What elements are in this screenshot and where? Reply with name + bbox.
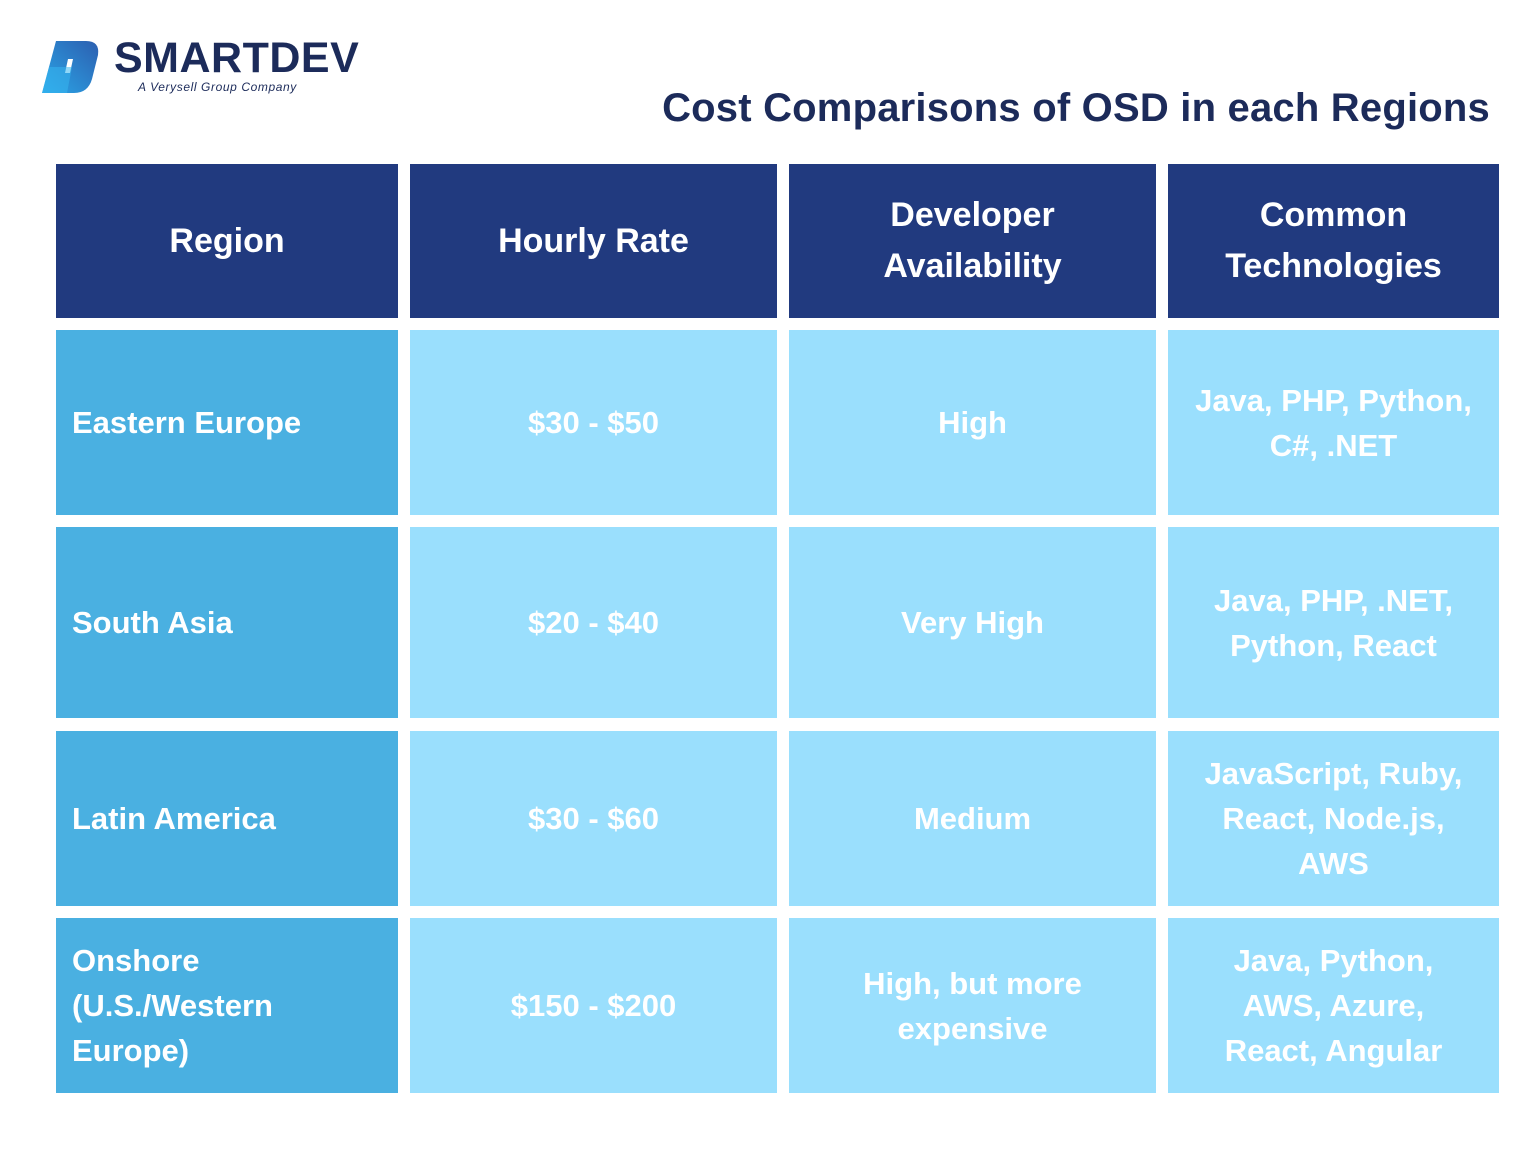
brand-name: SMARTDEV — [114, 34, 360, 82]
availability: Medium — [913, 801, 1032, 836]
availability: Very High — [901, 605, 1044, 640]
region-name: Latin America — [72, 801, 276, 836]
technologies-cell: Java, Python, AWS, Azure, React, Angular — [1168, 918, 1499, 1093]
smartdev-logo: SMARTDEV A Verysell Group Company — [42, 34, 362, 98]
column-header-region: Region — [56, 164, 398, 318]
region-name: South Asia — [72, 605, 233, 640]
availability-cell: Medium — [789, 731, 1156, 906]
header-label: Common Technologies — [1225, 196, 1442, 285]
page-title: Cost Comparisons of OSD in each Regions — [662, 86, 1490, 130]
region-name: Eastern Europe — [72, 405, 302, 440]
rate-cell: $30 - $60 — [410, 731, 777, 906]
smartdev-logo-icon — [42, 41, 99, 93]
technologies-cell: Java, PHP, Python, C#, .NET — [1168, 330, 1499, 515]
availability-cell: Very High — [789, 527, 1156, 718]
rate-cell: $150 - $200 — [410, 918, 777, 1093]
hourly-rate: $30 - $50 — [528, 405, 659, 440]
region-cell: Onshore (U.S./Western Europe) — [56, 918, 398, 1093]
hourly-rate: $20 - $40 — [528, 605, 659, 640]
availability-cell: High — [789, 330, 1156, 515]
technologies: JavaScript, Ruby, React, Node.js, AWS — [1204, 756, 1463, 881]
technologies: Java, PHP, Python, C#, .NET — [1195, 382, 1472, 463]
column-header-hourly-rate: Hourly Rate — [410, 164, 777, 318]
rate-cell: $20 - $40 — [410, 527, 777, 718]
region-cell: Latin America — [56, 731, 398, 906]
region-name: Onshore (U.S./Western Europe) — [72, 943, 273, 1068]
technologies: Java, Python, AWS, Azure, React, Angular — [1224, 943, 1443, 1068]
availability-cell: High, but more expensive — [789, 918, 1156, 1093]
availability: High — [938, 405, 1007, 440]
technologies: Java, PHP, .NET, Python, React — [1214, 582, 1453, 663]
header-label: Developer Availability — [883, 196, 1062, 285]
hourly-rate: $30 - $60 — [528, 801, 659, 836]
region-cell: Eastern Europe — [56, 330, 398, 515]
column-header-common-technologies: Common Technologies — [1168, 164, 1499, 318]
header-label: Hourly Rate — [498, 221, 689, 260]
availability: High, but more expensive — [863, 965, 1082, 1046]
hourly-rate: $150 - $200 — [510, 988, 677, 1023]
header-label: Region — [169, 221, 285, 260]
brand-tagline: A Verysell Group Company — [138, 80, 297, 94]
technologies-cell: JavaScript, Ruby, React, Node.js, AWS — [1168, 731, 1499, 906]
column-header-developer-availability: Developer Availability — [789, 164, 1156, 318]
region-cell: South Asia — [56, 527, 398, 718]
rate-cell: $30 - $50 — [410, 330, 777, 515]
technologies-cell: Java, PHP, .NET, Python, React — [1168, 527, 1499, 718]
